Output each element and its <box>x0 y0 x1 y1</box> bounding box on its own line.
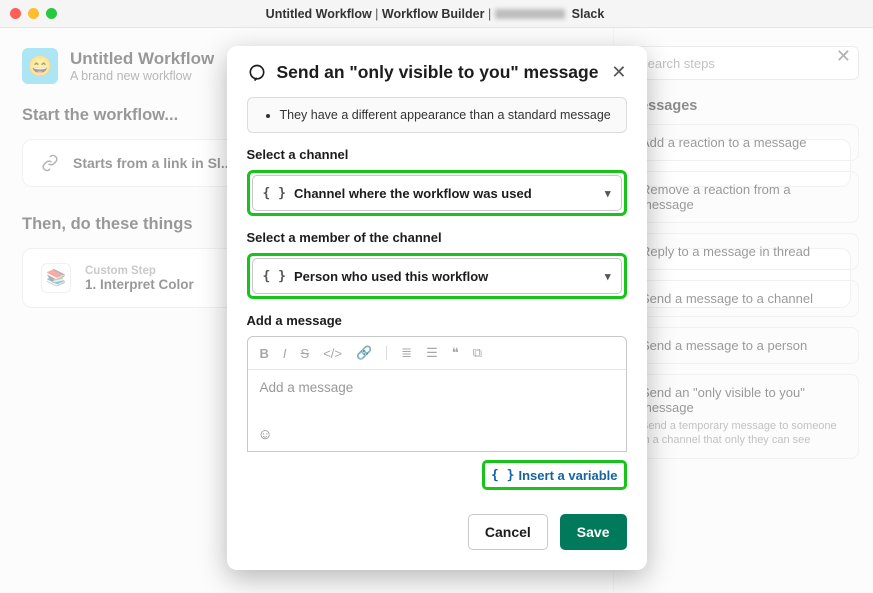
member-select[interactable]: { } Person who used this workflow ▾ <box>252 258 622 294</box>
channel-label: Select a channel <box>247 147 627 162</box>
bold-button[interactable]: B <box>260 346 269 361</box>
chevron-down-icon: ▾ <box>605 270 611 283</box>
ordered-list-button[interactable]: ≣ <box>401 345 412 361</box>
message-editor[interactable]: B I S </> 🔗 ≣ ☰ ❝ ⧉ Add a message ☺ <box>247 336 627 452</box>
channel-select[interactable]: { } Channel where the workflow was used … <box>252 175 622 211</box>
editor-toolbar: B I S </> 🔗 ≣ ☰ ❝ ⧉ <box>248 337 626 370</box>
member-label: Select a member of the channel <box>247 230 627 245</box>
toolbar-divider <box>386 346 387 360</box>
info-bullet: They have a different appearance than a … <box>280 108 612 122</box>
highlight-insert-variable: { } Insert a variable <box>482 460 626 490</box>
title-prefix: Untitled Workflow <box>266 7 372 21</box>
italic-button[interactable]: I <box>283 346 287 361</box>
window-title: Untitled Workflow | Workflow Builder | S… <box>57 7 813 21</box>
title-suffix: Slack <box>572 7 605 21</box>
channel-select-value: Channel where the workflow was used <box>294 186 532 201</box>
modal-title: Send an "only visible to you" message <box>277 62 602 83</box>
quote-button[interactable]: ❝ <box>452 345 459 361</box>
emoji-button[interactable]: ☺ <box>258 426 273 443</box>
cancel-button[interactable]: Cancel <box>468 514 548 550</box>
maximize-window-dot[interactable] <box>46 8 57 19</box>
link-button[interactable]: 🔗 <box>356 345 372 361</box>
close-modal-icon[interactable]: ✕ <box>611 62 626 83</box>
minimize-window-dot[interactable] <box>28 8 39 19</box>
bullet-list-button[interactable]: ☰ <box>426 345 438 361</box>
info-box: They have a different appearance than a … <box>247 97 627 133</box>
chevron-down-icon: ▾ <box>605 187 611 200</box>
window-titlebar: Untitled Workflow | Workflow Builder | S… <box>0 0 873 28</box>
message-label: Add a message <box>247 313 627 328</box>
highlight-channel: { } Channel where the workflow was used … <box>247 170 627 216</box>
code-block-button[interactable]: ⧉ <box>473 345 482 361</box>
speech-bubble-icon <box>247 63 267 83</box>
modal-backdrop: Send an "only visible to you" message ✕ … <box>0 28 873 593</box>
variable-icon: { } <box>263 186 286 201</box>
message-input[interactable]: Add a message <box>248 370 626 420</box>
window-controls[interactable] <box>10 8 57 19</box>
code-button[interactable]: </> <box>323 346 342 361</box>
member-select-value: Person who used this workflow <box>294 269 488 284</box>
save-button[interactable]: Save <box>560 514 627 550</box>
close-window-dot[interactable] <box>10 8 21 19</box>
strike-button[interactable]: S <box>301 346 310 361</box>
modal: Send an "only visible to you" message ✕ … <box>227 46 647 570</box>
redacted-text <box>495 9 565 19</box>
variable-icon: { } <box>491 468 514 483</box>
title-mid: Workflow Builder <box>382 7 485 21</box>
highlight-member: { } Person who used this workflow ▾ <box>247 253 627 299</box>
insert-variable-button[interactable]: { } Insert a variable <box>487 466 621 485</box>
insert-variable-label: Insert a variable <box>519 468 618 483</box>
variable-icon: { } <box>263 269 286 284</box>
